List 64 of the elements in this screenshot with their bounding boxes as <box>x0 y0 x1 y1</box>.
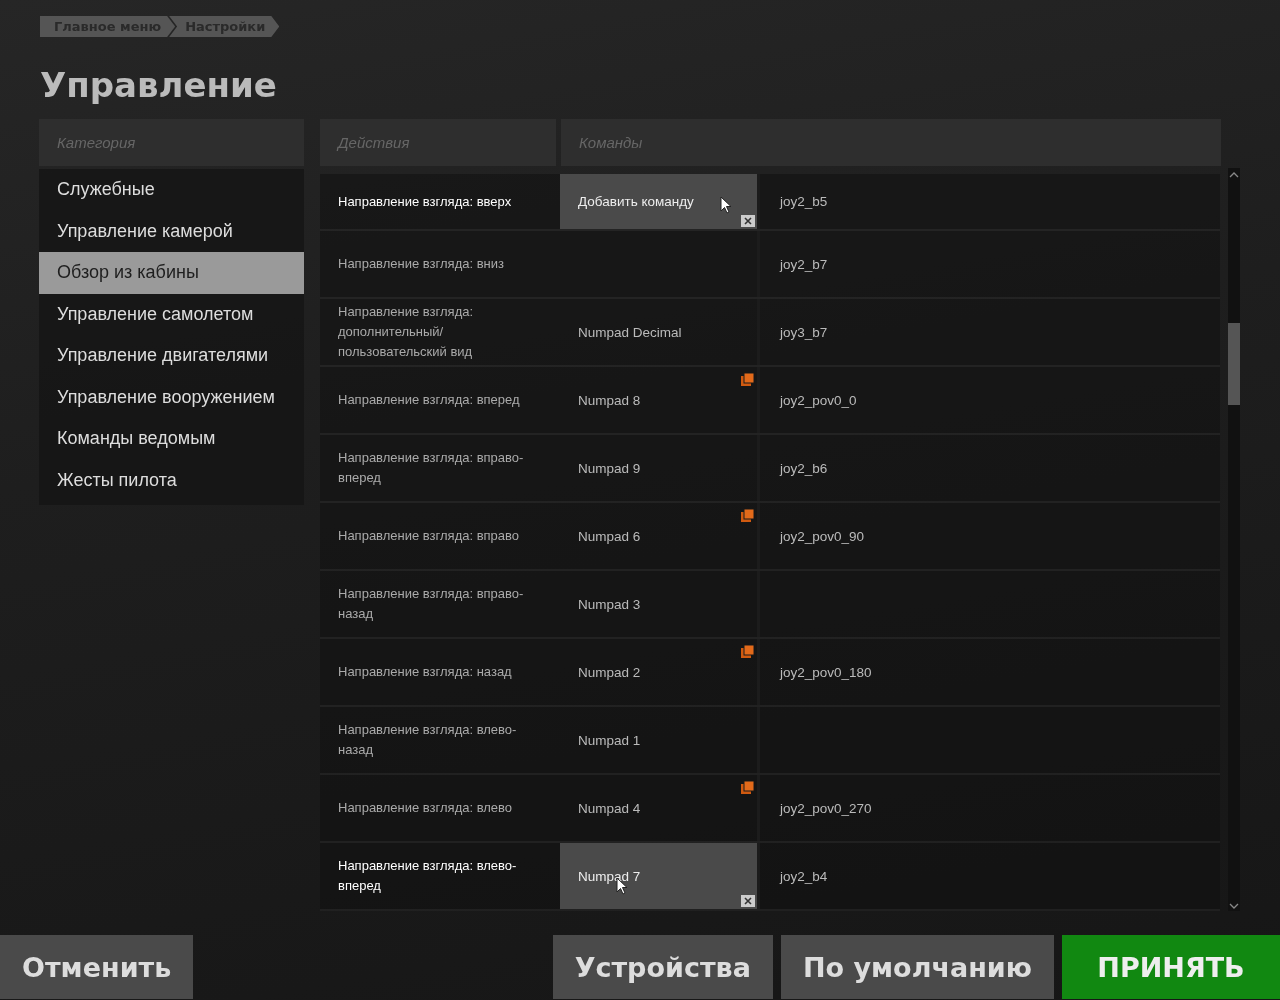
page-title: Управление <box>40 65 277 105</box>
scrollbar[interactable] <box>1228 168 1240 911</box>
chevron-down-icon[interactable] <box>1228 901 1240 911</box>
category-item[interactable]: Управление двигателями <box>39 335 304 377</box>
key-binding[interactable]: joy2_b7 <box>780 256 828 272</box>
key-binding[interactable]: Numpad 7 <box>578 868 641 884</box>
binding-row[interactable]: Направление взгляда: вниз joy2_b7 <box>320 231 1220 299</box>
key-binding[interactable]: Numpad 8 <box>578 392 641 408</box>
key-binding[interactable]: Numpad 4 <box>578 800 641 816</box>
category-item[interactable]: Управление самолетом <box>39 293 304 335</box>
key-binding[interactable]: Numpad Decimal <box>578 324 682 340</box>
key-binding[interactable]: joy2_b4 <box>780 868 828 884</box>
action-label: Направление взгляда: вниз <box>337 255 505 273</box>
key-binding[interactable]: Numpad 6 <box>578 528 641 544</box>
action-label: Направление взгляда: вперед <box>337 391 521 409</box>
column-header: Команды <box>561 119 1221 166</box>
category-item[interactable]: Управление камерой <box>39 210 304 252</box>
action-label: Направление взгляда: дополнительный/пользовательский вид <box>337 303 475 361</box>
category-item[interactable]: Обзор из кабины <box>39 252 304 294</box>
column-header: Категория <box>39 119 304 166</box>
binding-row[interactable]: Направление взгляда: вперед Numpad 8 joy2_pov0_0 <box>320 367 1220 435</box>
action-label: Направление взгляда: влево-вперед <box>337 857 518 895</box>
action-label: Направление взгляда: назад <box>337 663 513 681</box>
scrollbar-thumb[interactable] <box>1228 323 1240 405</box>
category-item[interactable]: Управление вооружением <box>39 376 304 418</box>
footer-button[interactable]: По умолчанию <box>780 935 1054 999</box>
category-item[interactable]: Служебные <box>39 169 304 211</box>
key-binding[interactable]: Numpad 1 <box>578 732 641 748</box>
binding-row[interactable]: Направление взгляда: вправо-назад Numpad 3 <box>320 571 1220 639</box>
action-label: Направление взгляда: вправо-назад <box>337 585 525 623</box>
binding-row[interactable]: Направление взгляда: вправо Numpad 6 joy2_pov0_90 <box>320 503 1220 571</box>
binding-row[interactable]: Направление взгляда: вверх Добавить команду joy2_b5 <box>320 174 1220 231</box>
chevron-up-icon[interactable] <box>1228 170 1240 180</box>
binding-row[interactable]: Направление взгляда: дополнительный/пользовательский вид Numpad Decimal joy3_b7 <box>320 299 1220 367</box>
category-item[interactable]: Команды ведомым <box>39 418 304 460</box>
binding-row[interactable]: Направление взгляда: влево-назад Numpad 1 <box>320 707 1220 775</box>
key-binding[interactable]: Numpad 2 <box>578 664 641 680</box>
key-binding[interactable]: joy2_pov0_180 <box>780 664 872 680</box>
key-binding[interactable]: Numpad 9 <box>578 460 641 476</box>
key-binding[interactable]: joy3_b7 <box>780 324 828 340</box>
column-header: Действия <box>320 119 556 166</box>
binding-row[interactable]: Направление взгляда: влево-вперед Numpad 7 joy2_b4 <box>320 843 1220 911</box>
close-icon[interactable] <box>741 215 755 227</box>
key-binding[interactable]: Добавить команду <box>578 194 694 209</box>
key-binding[interactable]: joy2_pov0_90 <box>780 528 865 544</box>
category-item[interactable]: Жесты пилота <box>39 459 304 501</box>
action-label: Направление взгляда: вправо <box>337 527 521 545</box>
key-binding[interactable]: joy2_b5 <box>780 194 828 209</box>
key-binding[interactable]: joy2_b6 <box>780 460 828 476</box>
cancel-button[interactable]: Отменить <box>0 935 194 999</box>
binding-row[interactable]: Направление взгляда: влево Numpad 4 joy2_pov0_270 <box>320 775 1220 843</box>
binding-row[interactable]: Направление взгляда: вправо-вперед Numpad 9 joy2_b6 <box>320 435 1220 503</box>
binding-row[interactable]: Направление взгляда: назад Numpad 2 joy2_pov0_180 <box>320 639 1220 707</box>
action-label: Направление взгляда: влево <box>337 799 514 817</box>
close-icon[interactable] <box>741 895 755 907</box>
action-label: Направление взгляда: вправо-вперед <box>337 449 525 487</box>
action-label: Направление взгляда: вверх <box>337 192 513 211</box>
key-binding[interactable]: joy2_pov0_270 <box>780 800 872 816</box>
action-label: Направление взгляда: влево-назад <box>337 721 518 759</box>
key-binding[interactable]: Numpad 3 <box>578 596 641 612</box>
key-binding[interactable]: joy2_pov0_0 <box>780 392 857 408</box>
cursor-icon <box>720 195 732 214</box>
footer-button[interactable]: Устройства <box>552 935 773 999</box>
accept-button[interactable]: ПРИНЯТЬ <box>1062 935 1280 999</box>
